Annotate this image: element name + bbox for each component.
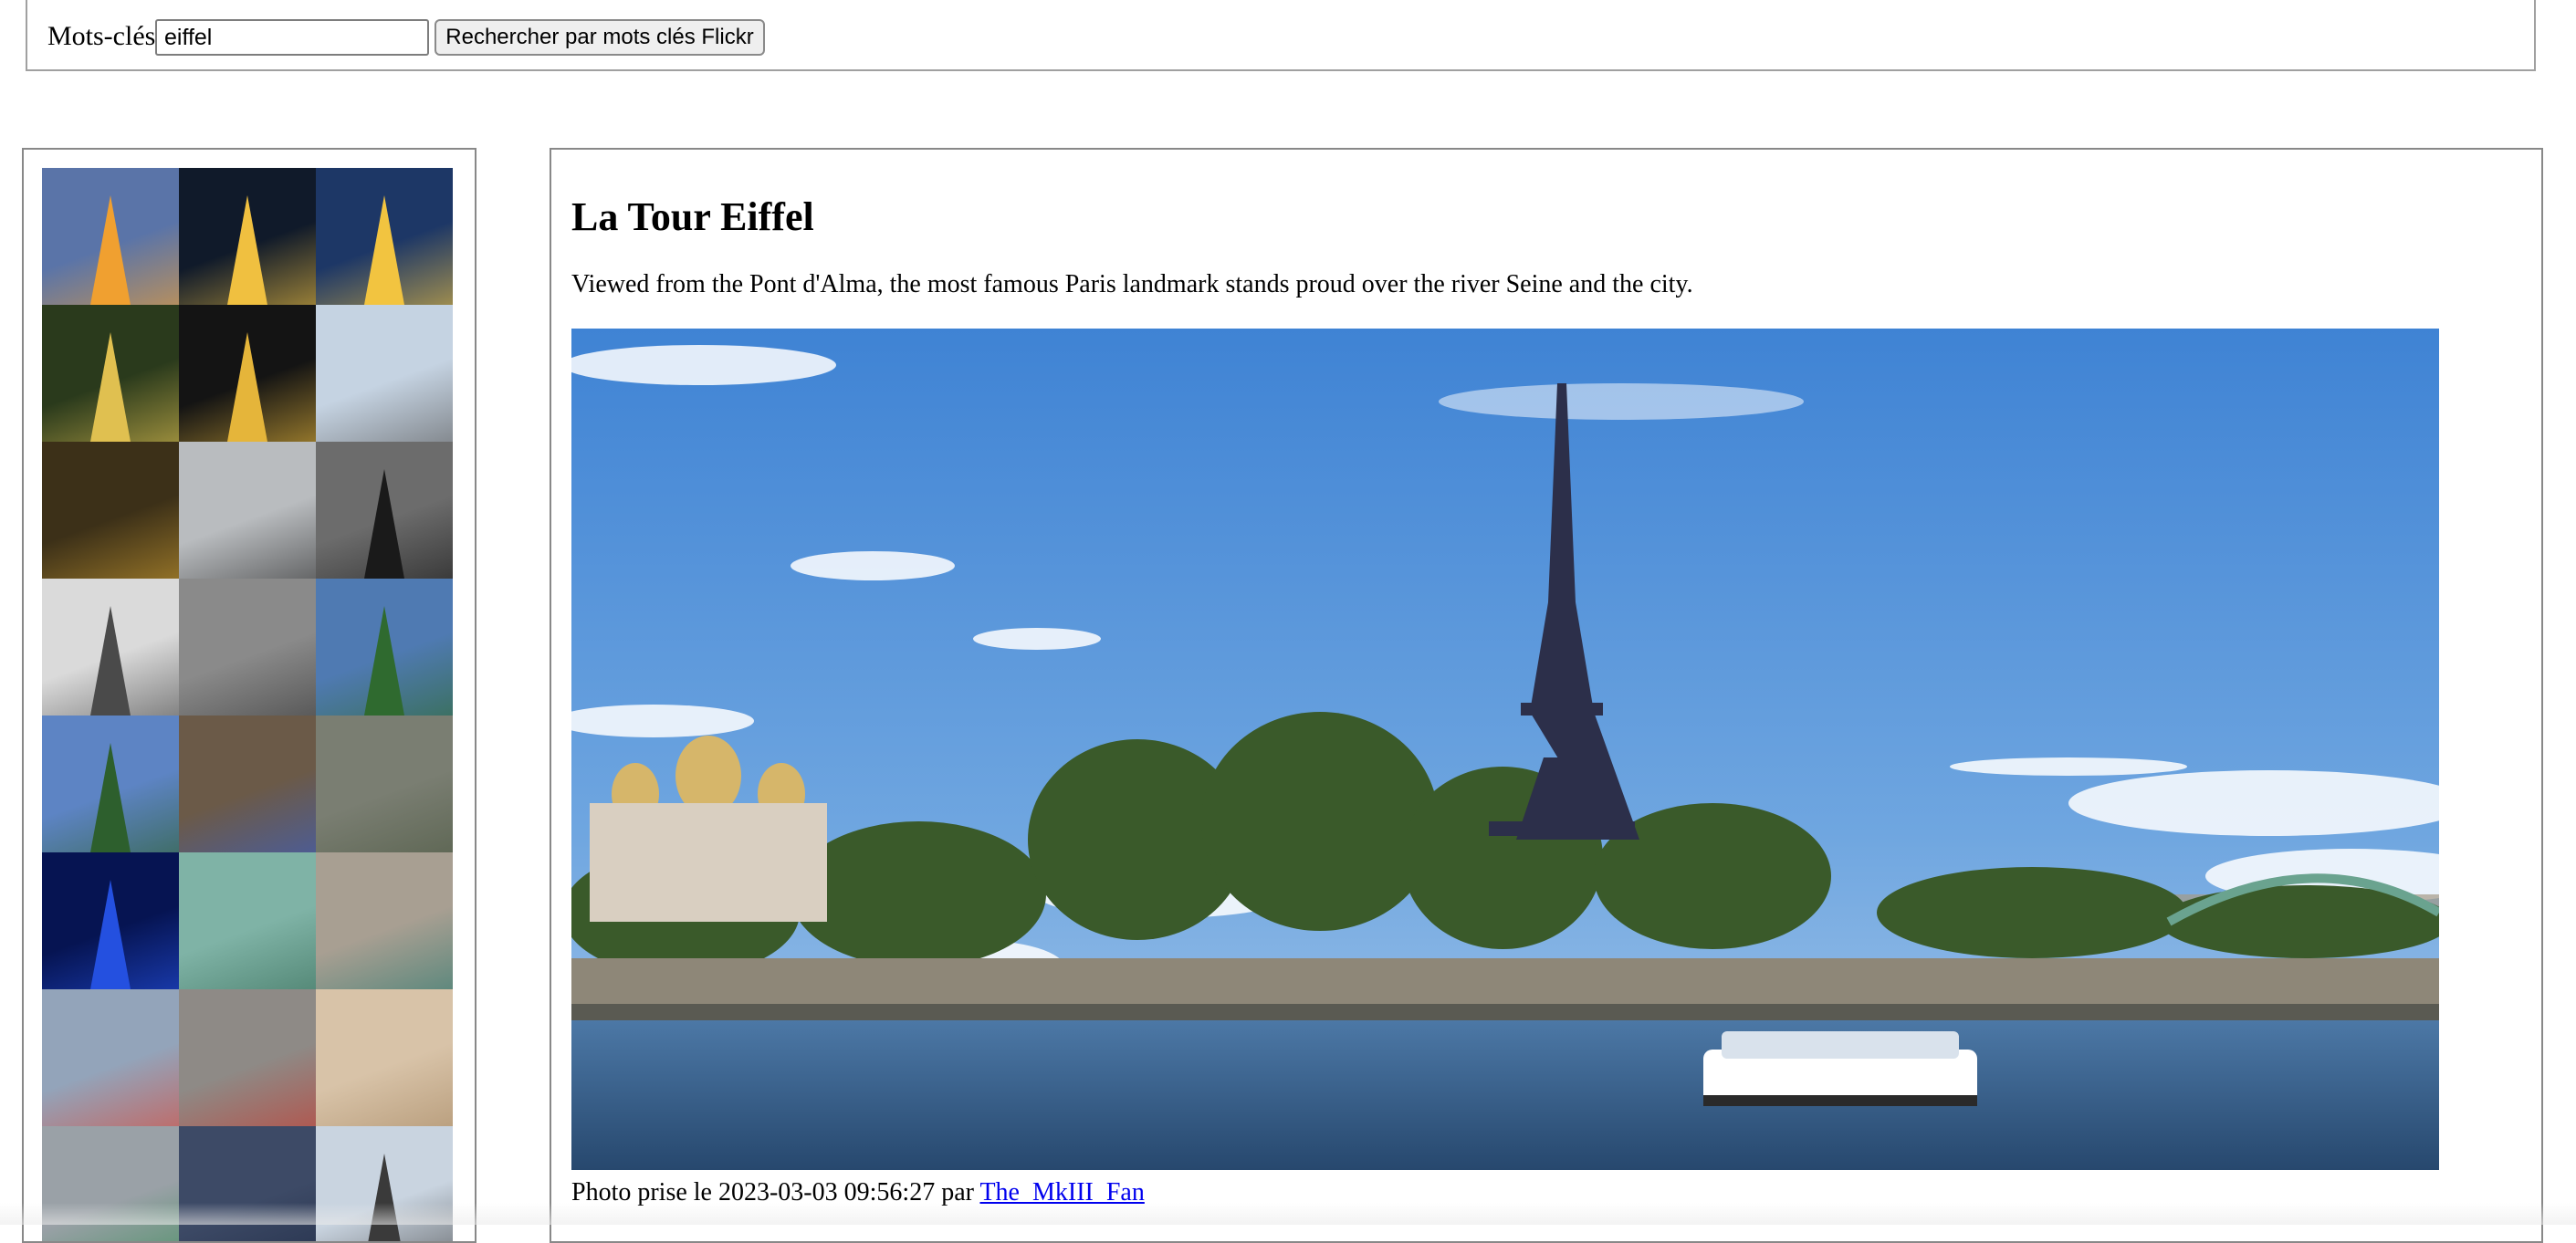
thumbnail-tower-sunset[interactable] <box>42 168 179 305</box>
eiffel-tower-photo <box>571 329 2439 1170</box>
thumbnail-arc-traffic[interactable] <box>179 989 316 1126</box>
thumbnail-tower-shape <box>90 743 131 852</box>
bottom-edge-shadow <box>0 1203 2576 1225</box>
thumbnail-tower-shape <box>364 195 404 305</box>
thumbnail-tower-shape <box>227 195 267 305</box>
thumbnail-train[interactable] <box>42 1126 179 1241</box>
photo-description: Viewed from the Pont d'Alma, the most fa… <box>571 270 1693 298</box>
thumbnail-car[interactable] <box>179 1126 316 1241</box>
thumbnail-highway[interactable] <box>316 716 453 852</box>
thumbnail-tower-shape <box>90 332 131 442</box>
thumbnail-cannon[interactable] <box>316 852 453 989</box>
thumbnail-tower-trees[interactable] <box>316 579 453 716</box>
thumbnail-tower-shape <box>364 469 404 579</box>
thumbnail-balloon-sculpture[interactable] <box>42 989 179 1126</box>
thumbnail-tower-park[interactable] <box>42 716 179 852</box>
thumbnail-person[interactable] <box>179 442 316 579</box>
thumbnails-panel <box>22 148 476 1243</box>
thumbnail-tower-street[interactable] <box>179 716 316 852</box>
thumbnail-fire[interactable] <box>42 442 179 579</box>
photo-title: La Tour Eiffel <box>571 194 814 239</box>
thumbnail-tower-blue[interactable] <box>42 852 179 989</box>
thumbnail-tower-shape <box>364 1154 404 1241</box>
thumbnail-tower-night[interactable] <box>316 168 453 305</box>
keywords-label: Mots-clés <box>47 21 156 51</box>
thumbnail-tower-sky[interactable] <box>316 1126 453 1241</box>
thumbnail-tower-shape <box>364 606 404 716</box>
thumbnail-tower-shape <box>227 332 267 442</box>
thumbnail-tower-shape <box>90 195 131 305</box>
thumbnail-bridge-green[interactable] <box>179 852 316 989</box>
main-photo <box>571 329 2439 1170</box>
thumbnail-tower-night-rose[interactable] <box>179 168 316 305</box>
photo-detail-panel: La Tour Eiffel Viewed from the Pont d'Al… <box>550 148 2543 1243</box>
thumbnail-statue-bw[interactable] <box>179 579 316 716</box>
thumbnail-tower-shape <box>90 606 131 716</box>
thumbnail-tower-gray[interactable] <box>42 579 179 716</box>
thumbnail-tower-hand[interactable] <box>42 305 179 442</box>
thumbnails-grid <box>42 168 455 1241</box>
flickr-search-button[interactable]: Rechercher par mots clés Flickr <box>435 19 765 56</box>
thumbnail-tower-shape <box>90 880 131 989</box>
keywords-input[interactable] <box>155 19 429 56</box>
thumbnail-sculpture-beige[interactable] <box>316 989 453 1126</box>
thumbnail-tower-steel[interactable] <box>316 305 453 442</box>
thumbnail-tower-bw[interactable] <box>316 442 453 579</box>
thumbnail-tower-gold[interactable] <box>179 305 316 442</box>
